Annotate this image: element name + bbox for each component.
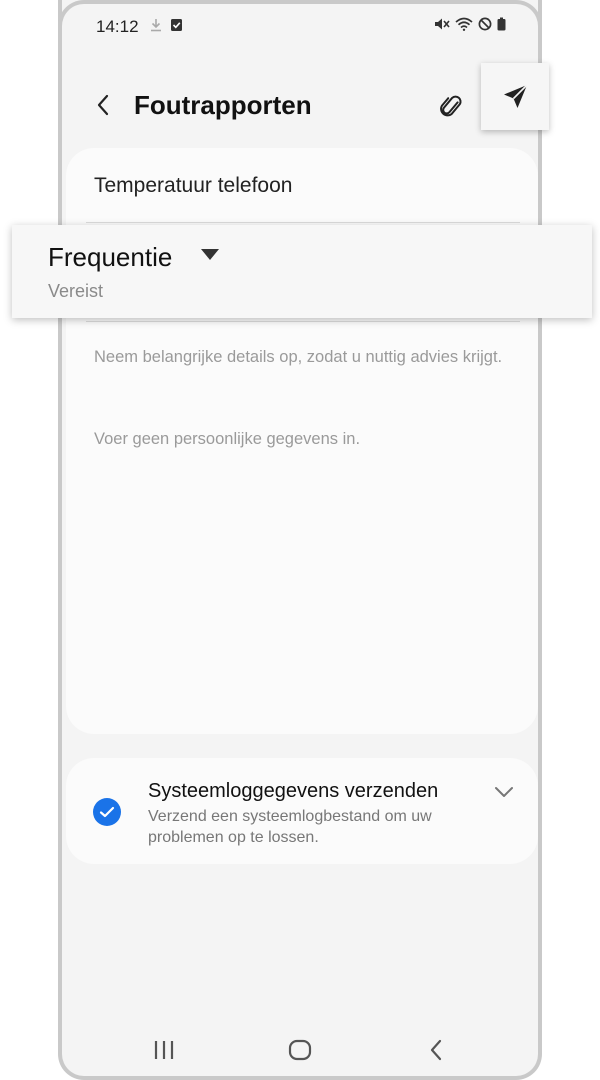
back-icon: [430, 1039, 442, 1061]
paperclip-icon: [440, 95, 462, 117]
status-time: 14:12: [96, 17, 139, 36]
battery-icon: [497, 17, 506, 31]
frequency-required-text: Vereist: [48, 281, 104, 301]
status-bar: 14:12: [62, 0, 538, 50]
back-arrow-icon: [97, 94, 109, 116]
expand-button[interactable]: [492, 780, 516, 804]
chevron-down-icon: [495, 787, 513, 797]
nav-back-button[interactable]: [416, 1036, 456, 1064]
subject-divider: [86, 222, 520, 223]
frequency-label: Frequentie: [48, 242, 173, 272]
mute-icon: [435, 18, 450, 30]
recent-apps-icon: [154, 1041, 174, 1059]
back-button[interactable]: [88, 90, 118, 120]
home-button[interactable]: [280, 1036, 320, 1064]
dropdown-arrow-icon: [201, 249, 219, 260]
page-title: Foutrapporten: [134, 90, 312, 120]
task-check-icon: [171, 19, 182, 31]
system-log-card[interactable]: Systeemloggegevens verzenden Verzend een…: [66, 758, 538, 864]
home-icon: [288, 1039, 312, 1061]
send-button[interactable]: [481, 63, 549, 130]
do-not-disturb-icon: [478, 17, 492, 31]
attach-button[interactable]: [434, 90, 468, 124]
system-log-checkbox[interactable]: [93, 798, 121, 826]
checkmark-icon: [99, 806, 115, 818]
recent-apps-button[interactable]: [144, 1036, 184, 1064]
status-right-icons: [434, 17, 506, 31]
navigation-bar: [62, 1024, 538, 1074]
phone-screen: 14:12 Foutrapporten Temperatuur telefoon…: [58, 0, 542, 1080]
description-hint[interactable]: Neem belangrijke details op, zodat u nut…: [94, 344, 514, 371]
frequency-dropdown[interactable]: Frequentie Vereist: [12, 225, 592, 318]
app-bar: Foutrapporten: [62, 74, 538, 138]
wifi-icon: [455, 17, 473, 31]
frequency-divider: [86, 321, 520, 322]
system-log-title: Systeemloggegevens verzenden: [148, 780, 439, 802]
status-left-icons: [150, 18, 183, 32]
subject-input[interactable]: Temperatuur telefoon: [94, 174, 292, 198]
send-icon: [504, 83, 528, 108]
system-log-description: Verzend een systeemlogbestand om uw prob…: [148, 808, 432, 846]
download-icon: [151, 19, 161, 32]
privacy-hint: Voer geen persoonlijke gegevens in.: [94, 430, 361, 448]
